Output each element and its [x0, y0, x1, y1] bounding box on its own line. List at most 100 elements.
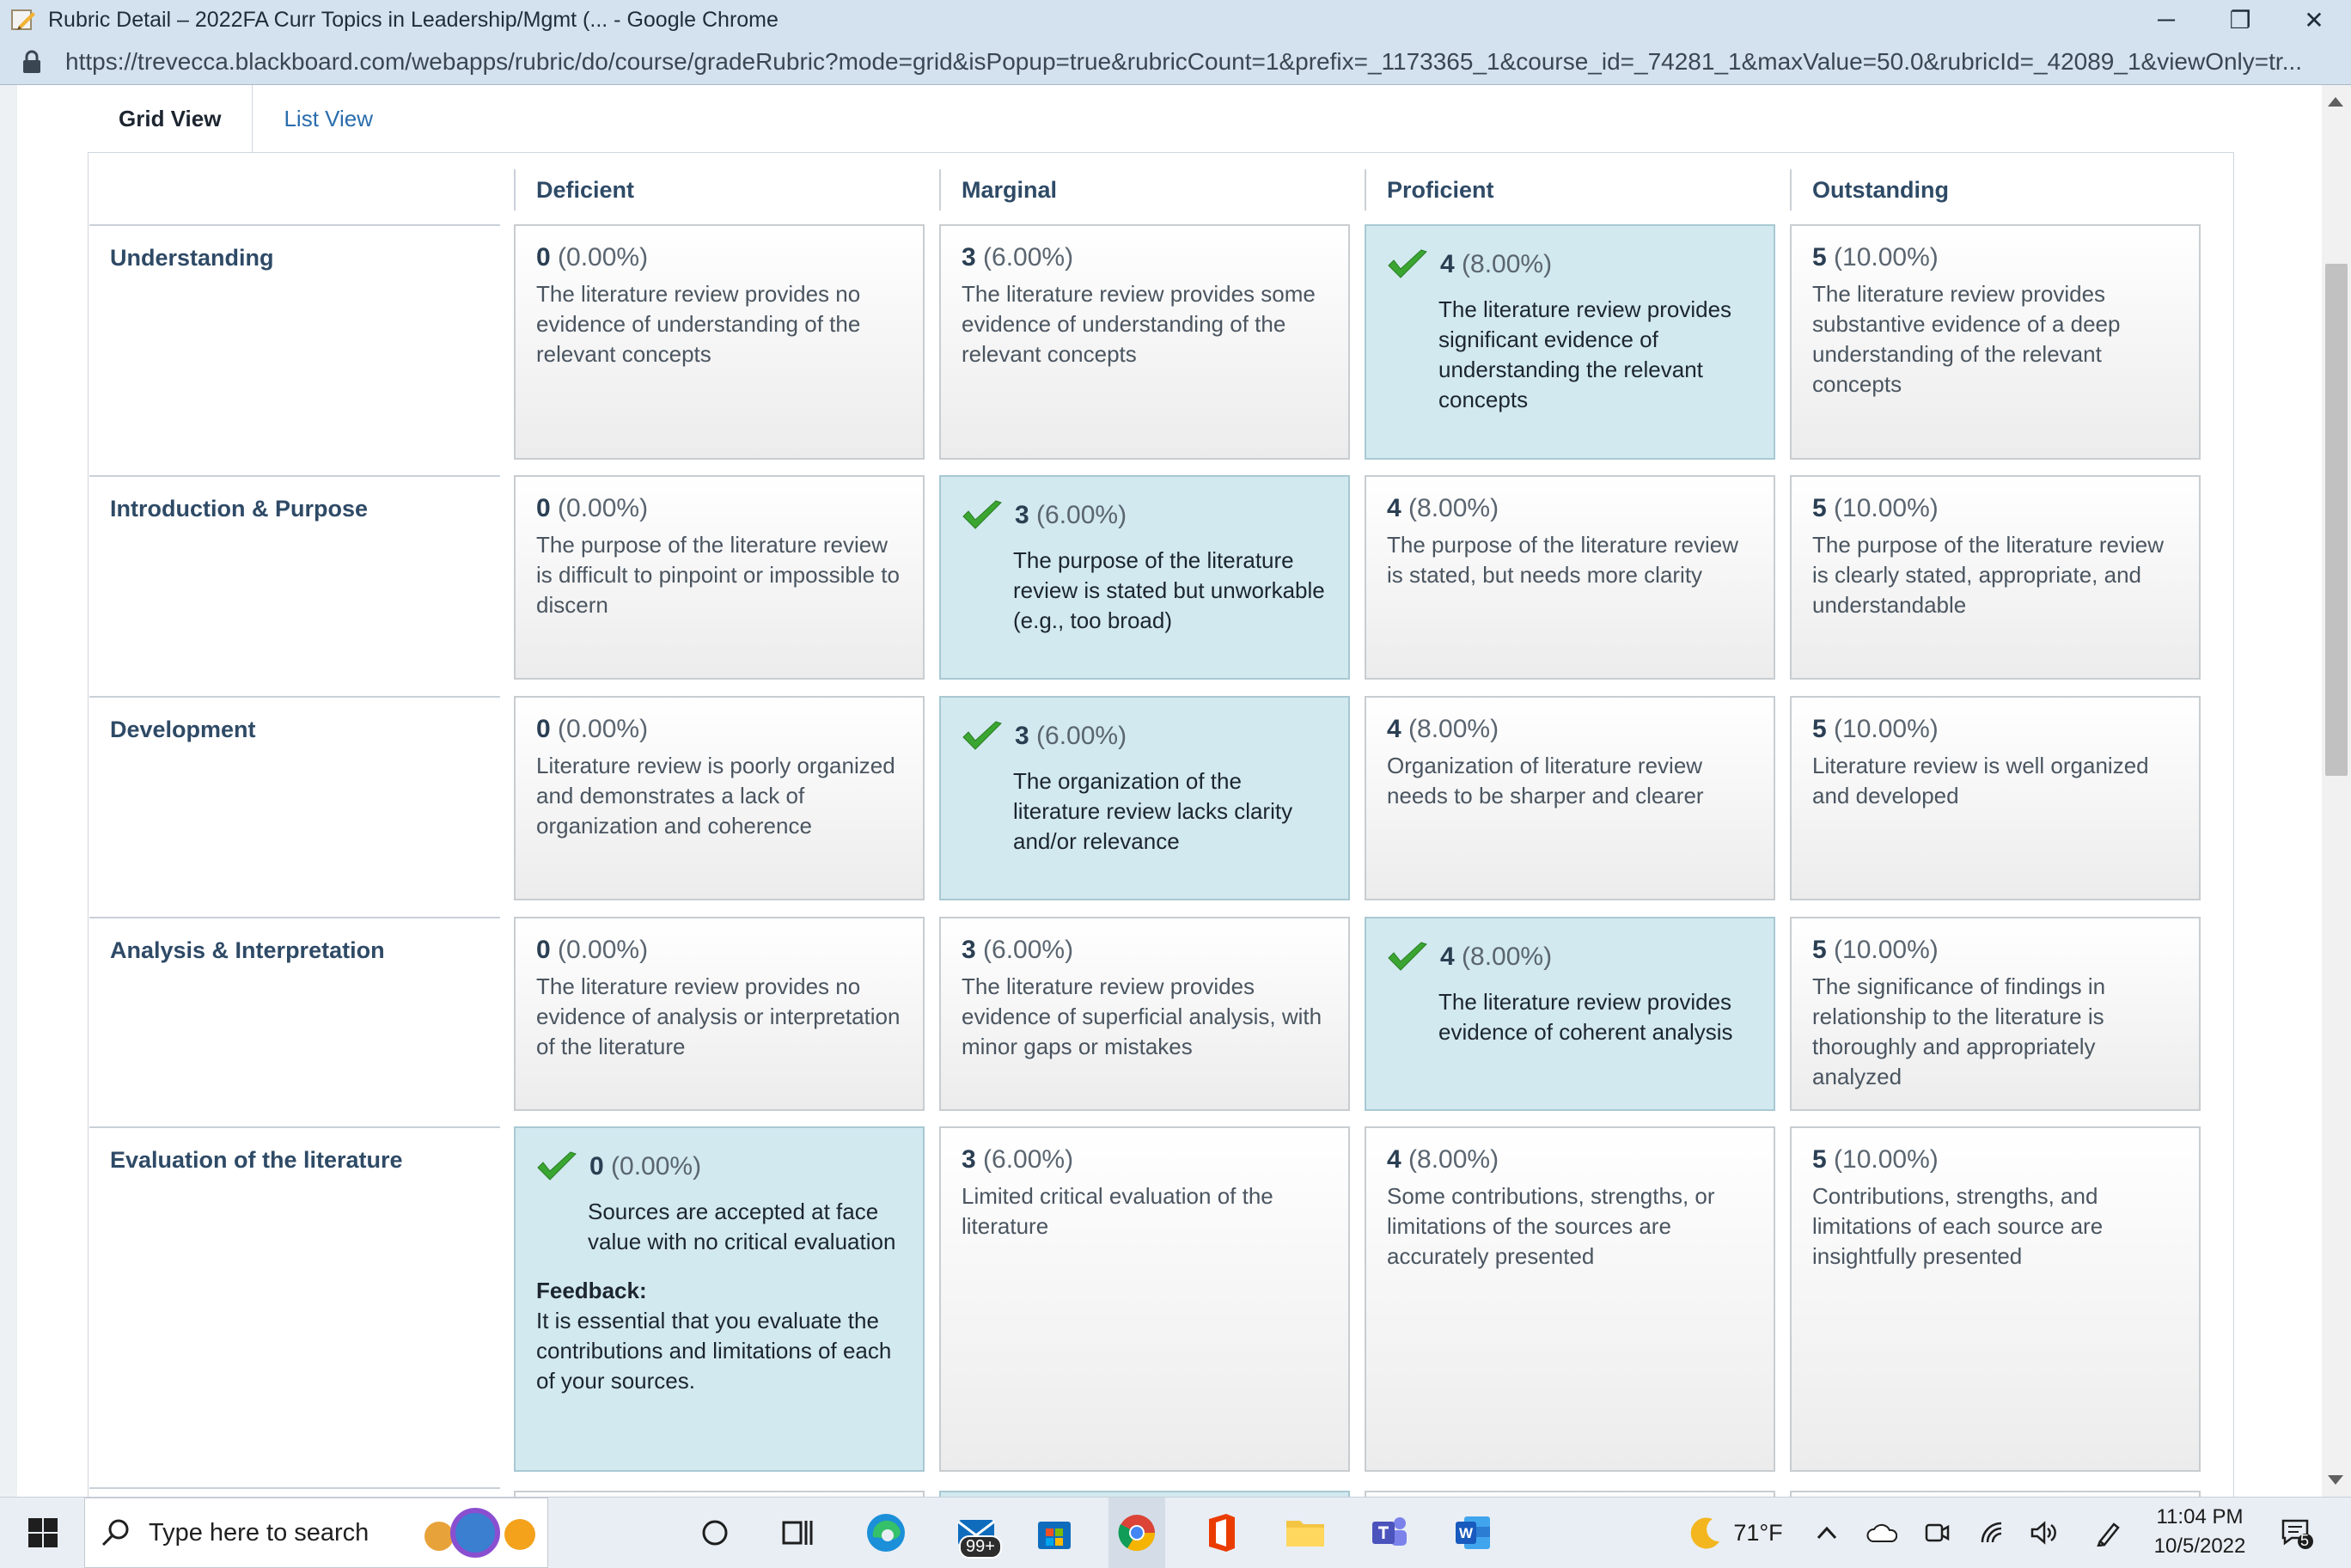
view-tabs: Grid View List View	[88, 85, 404, 152]
cell-description: The significance of findings in relation…	[1812, 973, 2106, 1089]
rubric-cell[interactable]: 5 (10.00%) Literature review is well org…	[1790, 696, 2201, 900]
checkmark-icon	[1388, 942, 1427, 971]
cell-description: Some contributions, strengths, or limita…	[1387, 1183, 1715, 1269]
rubric-cell-selected[interactable]: 4 (8.00%) The literature review provides…	[1365, 224, 1775, 460]
rubric-cell-selected[interactable]: 4 (8.00%) The literature review provides…	[1365, 917, 1775, 1111]
scroll-down-arrow-icon[interactable]	[2328, 1475, 2343, 1485]
rubric-cell[interactable]: 3 (6.00%) The literature review provides…	[939, 917, 1350, 1111]
rubric-cell[interactable]: 4 (8.00%) Organization of literature rev…	[1365, 696, 1775, 900]
checkmark-icon	[962, 721, 1002, 750]
camera-icon	[1925, 1523, 1950, 1542]
clock-time: 11:04 PM	[2156, 1505, 2244, 1528]
rubric-cell[interactable]: 3 (6.00%) The literature review provides…	[939, 224, 1350, 460]
cell-percent: (0.00%)	[558, 936, 649, 964]
cortana-button[interactable]	[687, 1498, 742, 1568]
rubric-cell[interactable]: 5 (10.00%) The purpose of the literature…	[1790, 475, 2201, 680]
teams-app-button[interactable]	[1361, 1498, 1418, 1568]
word-app-button[interactable]: W	[1445, 1498, 1502, 1568]
restore-button[interactable]: ❐	[2203, 0, 2277, 40]
rubric-cell[interactable]: 0 (0.00%) The literature review provides…	[514, 224, 925, 460]
rubric-cell-selected[interactable]: 3 (6.00%) The purpose of the literature …	[939, 475, 1350, 680]
cell-percent: (0.00%)	[558, 494, 649, 522]
rubric-cell[interactable]: 4 (8.00%) The purpose of the literature …	[1365, 475, 1775, 680]
taskbar-search-box[interactable]: Type here to search	[84, 1498, 548, 1568]
cell-percent: (6.00%)	[1036, 722, 1127, 750]
notification-center-button[interactable]: 5	[2269, 1498, 2325, 1568]
mail-app-button[interactable]: 99+	[942, 1498, 1011, 1568]
clock-date: 10/5/2022	[2153, 1534, 2246, 1558]
rubric-cell[interactable]: 4 (8.00%) Some contributions, strengths,…	[1365, 1126, 1775, 1472]
tab-grid-view[interactable]: Grid View	[88, 85, 253, 152]
chevron-up-icon	[1817, 1526, 1837, 1540]
url-text[interactable]: https://trevecca.blackboard.com/webapps/…	[65, 48, 2302, 76]
cell-description: Contributions, strengths, and limitation…	[1812, 1183, 2104, 1269]
left-gutter	[0, 85, 17, 1497]
rubric-cell[interactable]: 0 (0.00%) Literature review is poorly or…	[514, 696, 925, 900]
scroll-up-arrow-icon[interactable]	[2328, 97, 2343, 107]
edge-app-button[interactable]	[858, 1498, 914, 1568]
cell-description: The literature review provides evidence …	[1438, 989, 1733, 1045]
feedback-label: Feedback:	[536, 1278, 647, 1303]
volume-button[interactable]	[2024, 1498, 2062, 1568]
cell-points: 3	[1015, 722, 1029, 750]
windows-taskbar: Type here to search 99+ W 71°F 11:04 PM …	[0, 1497, 2351, 1568]
rubric-cell[interactable]: 5 (10.00%) Contributions, strengths, and…	[1790, 1126, 2201, 1472]
rubric-cell[interactable]: 5 (10.00%) The literature review provide…	[1790, 224, 2201, 460]
rubric-cell-selected[interactable]: 3 (6.00%) The organization of the litera…	[939, 696, 1350, 900]
taskbar-clock[interactable]: 11:04 PM 10/5/2022	[2131, 1503, 2269, 1561]
store-app-button[interactable]	[1026, 1498, 1083, 1568]
chrome-icon	[1118, 1515, 1156, 1552]
row-header-next	[89, 1487, 500, 1497]
cell-points: 3	[1015, 501, 1029, 529]
network-button[interactable]	[1973, 1498, 2011, 1568]
cell-points: 5	[1812, 243, 1827, 272]
rubric-cell-partial[interactable]	[1790, 1491, 2201, 1497]
chrome-app-button[interactable]	[1108, 1498, 1165, 1568]
cell-description: The purpose of the literature review is …	[1013, 547, 1325, 633]
cell-percent: (10.00%)	[1834, 243, 1939, 272]
minimize-button[interactable]: ─	[2129, 0, 2203, 40]
cell-points: 5	[1812, 494, 1827, 522]
task-view-button[interactable]	[770, 1498, 825, 1568]
file-explorer-button[interactable]	[1277, 1498, 1334, 1568]
rubric-pencil-icon	[11, 9, 35, 30]
cell-percent: (10.00%)	[1834, 936, 1939, 964]
rubric-cell[interactable]: 0 (0.00%) The purpose of the literature …	[514, 475, 925, 680]
rubric-cell-partial[interactable]	[939, 1491, 1350, 1497]
cell-points: 0	[536, 243, 551, 272]
row-header-development: Development	[89, 696, 500, 917]
rubric-cell[interactable]: 5 (10.00%) The significance of findings …	[1790, 917, 2201, 1111]
scrollbar-thumb[interactable]	[2325, 264, 2348, 776]
rubric-cell[interactable]: 3 (6.00%) Limited critical evaluation of…	[939, 1126, 1350, 1472]
notification-count: 5	[2300, 1532, 2310, 1549]
rubric-cell-selected[interactable]: 0 (0.00%) Sources are accepted at face v…	[514, 1126, 925, 1472]
rubric-cell-partial[interactable]	[1365, 1491, 1775, 1497]
title-bar: Rubric Detail – 2022FA Curr Topics in Le…	[0, 0, 2351, 40]
row-header-introduction-purpose: Introduction & Purpose	[89, 475, 500, 696]
cell-points: 5	[1812, 715, 1827, 743]
cell-percent: (8.00%)	[1408, 494, 1499, 522]
cell-description: The literature review provides no eviden…	[536, 281, 861, 367]
weather-widget[interactable]: 71°F	[1676, 1498, 1796, 1568]
vertical-scrollbar[interactable]	[2322, 85, 2351, 1497]
store-icon	[1038, 1522, 1071, 1549]
rubric-cell[interactable]: 0 (0.00%) The literature review provides…	[514, 917, 925, 1111]
cell-description: Literature review is well organized and …	[1812, 753, 2149, 808]
cell-percent: (0.00%)	[611, 1152, 702, 1181]
close-button[interactable]: ✕	[2277, 0, 2351, 40]
search-highlight-icon	[424, 1508, 535, 1558]
meet-now-button[interactable]	[1918, 1498, 1956, 1568]
tab-list-view[interactable]: List View	[253, 85, 404, 152]
onedrive-button[interactable]	[1863, 1498, 1901, 1568]
office-app-button[interactable]	[1193, 1498, 1249, 1568]
pen-button[interactable]	[2090, 1498, 2128, 1568]
tray-overflow-button[interactable]	[1808, 1498, 1846, 1568]
cell-percent: (6.00%)	[983, 936, 1074, 964]
rubric-cell-partial[interactable]	[514, 1491, 925, 1497]
address-bar[interactable]: https://trevecca.blackboard.com/webapps/…	[0, 40, 2351, 85]
search-icon	[101, 1519, 129, 1547]
cell-description: Limited critical evaluation of the liter…	[962, 1183, 1273, 1239]
cell-points: 5	[1812, 936, 1827, 964]
start-button[interactable]	[15, 1498, 70, 1568]
lock-icon	[23, 50, 40, 73]
